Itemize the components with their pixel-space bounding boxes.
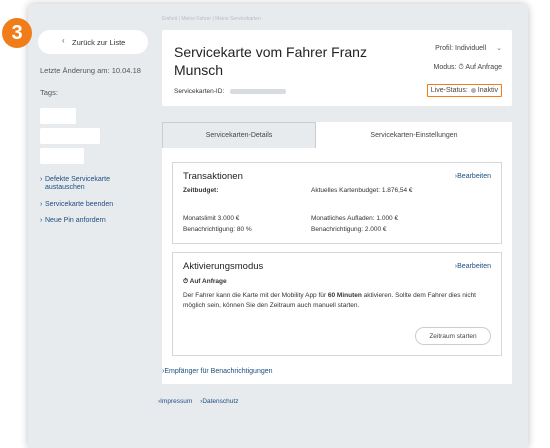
live-status-label: Live-Status: (430, 87, 468, 94)
privacy-link[interactable]: Datenschutz (200, 398, 238, 405)
mode-text: Modus: ⏱ Auf Anfrage (433, 64, 502, 71)
chevron-down-icon: ⌄ (496, 45, 502, 52)
monthly-topup: Monatliches Aufladen: 1.000 € (311, 215, 399, 222)
tab-details[interactable]: Servicekarten-Details (162, 122, 316, 148)
app-window: ‹ Zurück zur Liste Letzte Änderung am: 1… (28, 4, 528, 448)
live-status-value: Inaktiv (477, 87, 498, 94)
last-change-text: Letzte Änderung am: 10.04.18 (40, 66, 141, 75)
transactions-title: Transaktionen (183, 171, 243, 182)
end-card-link[interactable]: Servicekarte beenden (40, 201, 150, 210)
current-budget: Aktuelles Kartenbudget: 1.876,54 € (311, 187, 413, 194)
chevron-left-icon: ‹ (62, 36, 65, 45)
redacted-id (230, 88, 287, 94)
card-header: Servicekarte vom Fahrer Franz Munsch Ser… (162, 30, 512, 106)
card-id-label: Servicekarten-ID: (174, 88, 225, 95)
start-period-button[interactable]: Zeitraum starten (415, 327, 491, 345)
live-status-badge: Live-Status: Inaktiv (426, 84, 502, 97)
tab-settings[interactable]: Servicekarten-Einstellungen (316, 122, 512, 148)
tags-label: Tags: (40, 88, 58, 97)
activation-description: Der Fahrer kann die Karte mit der Mobili… (183, 291, 493, 312)
tag-chip[interactable] (40, 128, 100, 144)
transactions-edit-link[interactable]: Bearbeiten (455, 173, 491, 180)
time-budget-label: Zeitbudget: (183, 187, 219, 194)
breadcrumb[interactable]: Einheit | Meine Fahrer | Meine Serviceka… (162, 16, 261, 22)
profile-select[interactable]: Profil: Individuell ⌄ (402, 44, 502, 64)
back-label: Zurück zur Liste (72, 37, 126, 47)
sidebar-actions: Defekte Servicekarte austauschen Service… (40, 176, 150, 234)
tag-chip[interactable] (40, 148, 84, 164)
activation-title: Aktivierungsmodus (183, 261, 264, 272)
step-number-badge: 3 (2, 18, 32, 48)
transactions-section: Transaktionen Bearbeiten Zeitbudget: Akt… (172, 162, 502, 244)
settings-panel: Transaktionen Bearbeiten Zeitbudget: Akt… (162, 148, 512, 384)
card-id: Servicekarten-ID: (174, 88, 287, 95)
footer-links: Impressum Datenschutz (158, 398, 244, 405)
notification-percent: Benachrichtigung: 80 % (183, 226, 252, 233)
notification-amount: Benachrichtigung: 2.000 € (311, 226, 387, 233)
request-new-pin-link[interactable]: Neue Pin anfordern (40, 217, 150, 226)
back-to-list-button[interactable]: ‹ Zurück zur Liste (38, 30, 148, 54)
page-title: Servicekarte vom Fahrer Franz Munsch (174, 44, 367, 78)
tag-chip[interactable] (40, 108, 76, 124)
notification-recipients-link[interactable]: Empfänger für Benachrichtigungen (162, 368, 272, 375)
imprint-link[interactable]: Impressum (158, 398, 192, 405)
activation-mode-value: ⏱ Auf Anfrage (183, 278, 227, 285)
replace-defective-card-link[interactable]: Defekte Servicekarte austauschen (40, 176, 150, 193)
status-panel: Profil: Individuell ⌄ Modus: ⏱ Auf Anfrag… (402, 44, 502, 104)
activation-text-1: Der Fahrer kann die Karte mit der Mobili… (183, 292, 328, 299)
status-dot-icon (470, 87, 476, 93)
activation-duration: 60 Minuten (327, 292, 362, 299)
activation-mode-section: Aktivierungsmodus Bearbeiten ⏱ Auf Anfra… (172, 252, 502, 356)
activation-edit-link[interactable]: Bearbeiten (455, 263, 491, 270)
monthly-limit: Monatslimit 3.000 € (183, 215, 240, 222)
profile-value: Profil: Individuell (435, 45, 487, 52)
